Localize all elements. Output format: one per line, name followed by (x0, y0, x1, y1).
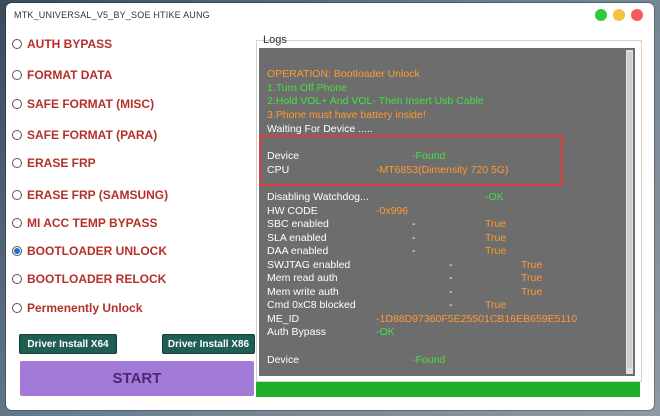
option-label: ERASE FRP (SAMSUNG) (27, 188, 169, 202)
log-sbc-val: True (485, 218, 507, 230)
option-label: BOOTLOADER RELOCK (27, 272, 167, 286)
log-cmd-dash: - (449, 299, 453, 311)
log-hwcode-key: HW CODE (267, 205, 318, 217)
log-device2-key: Device (267, 354, 300, 366)
log-waiting: Waiting For Device ..... (267, 123, 373, 135)
log-sla-val: True (485, 232, 507, 244)
option-label: AUTH BYPASS (27, 37, 113, 51)
log-memwrite-val: True (521, 286, 543, 298)
log-memwrite-key: Mem write auth (267, 286, 339, 298)
radio-icon[interactable] (12, 274, 22, 284)
radio-icon[interactable] (12, 218, 22, 228)
log-sla-key: SLA enabled (267, 232, 327, 244)
option-permenently-unlock[interactable]: Permenently Unlock (12, 299, 142, 317)
option-mi-acc-temp-bypass[interactable]: MI ACC TEMP BYPASS (12, 214, 157, 232)
window-title: MTK_UNIVERSAL_V5_BY_SOE HTIKE AUNG (14, 10, 210, 20)
radio-icon[interactable] (12, 70, 22, 80)
logs-label: Logs (263, 34, 287, 46)
radio-icon[interactable] (12, 99, 22, 109)
log-authbypass-val: -OK (376, 326, 395, 338)
log-step3: 3.Phone must have battery inside! (267, 109, 426, 121)
option-label: MI ACC TEMP BYPASS (27, 216, 158, 230)
close-button[interactable] (631, 9, 643, 21)
log-memwrite-dash: - (449, 286, 453, 298)
option-erase-frp[interactable]: ERASE FRP (12, 154, 96, 172)
option-bootloader-relock[interactable]: BOOTLOADER RELOCK (12, 270, 166, 288)
log-memread-key: Mem read auth (267, 272, 338, 284)
log-operation: OPERATION: Bootloader Unlock (267, 68, 420, 80)
log-meid-val: -1D88D97360F5E25501CB16EB659E5110 (376, 313, 578, 325)
log-watchdog-val: -OK (485, 191, 504, 203)
radio-icon[interactable] (12, 39, 22, 49)
radio-icon[interactable] (12, 158, 22, 168)
option-format-data[interactable]: FORMAT DATA (12, 66, 112, 84)
option-auth-bypass[interactable]: AUTH BYPASS (12, 35, 112, 53)
log-sbc-dash: - (412, 218, 416, 230)
log-meid-key: ME_ID (267, 313, 300, 325)
option-label: SAFE FORMAT (MISC) (27, 97, 155, 111)
log-swjtag-val: True (521, 259, 543, 271)
option-erase-frp-samsung[interactable]: ERASE FRP (SAMSUNG) (12, 186, 168, 204)
radio-icon[interactable] (12, 190, 22, 200)
progress-bar (256, 382, 640, 397)
option-label: SAFE FORMAT (PARA) (27, 128, 158, 142)
driver-install-x64-button[interactable]: Driver Install X64 (19, 334, 117, 354)
log-cmd-key: Cmd 0xC8 blocked (267, 299, 356, 311)
log-cmd-val: True (485, 299, 507, 311)
option-label: BOOTLOADER UNLOCK (27, 244, 167, 258)
title-bar[interactable]: MTK_UNIVERSAL_V5_BY_SOE HTIKE AUNG (6, 3, 654, 29)
log-daa-key: DAA enabled (267, 245, 329, 257)
log-swjtag-dash: - (449, 259, 453, 271)
logs-scrollbar[interactable] (626, 50, 633, 374)
maximize-button[interactable] (595, 9, 607, 21)
log-daa-val: True (485, 245, 507, 257)
option-safe-format-para[interactable]: SAFE FORMAT (PARA) (12, 126, 157, 144)
log-memread-dash: - (449, 272, 453, 284)
log-swjtag-key: SWJTAG enabled (267, 259, 351, 271)
log-step1: 1.Turn Off Phone (267, 82, 347, 94)
log-hwcode-val: -0x996 (376, 205, 409, 217)
log-memread-val: True (521, 272, 543, 284)
option-label: ERASE FRP (27, 156, 96, 170)
minimize-button[interactable] (613, 9, 625, 21)
log-sla-dash: - (412, 232, 416, 244)
log-authbypass-key: Auth Bypass (267, 326, 326, 338)
option-safe-format-misc[interactable]: SAFE FORMAT (MISC) (12, 95, 154, 113)
option-label: FORMAT DATA (27, 68, 113, 82)
option-label: Permenently Unlock (27, 301, 143, 315)
highlight-box (259, 135, 563, 186)
log-sbc-key: SBC enabled (267, 218, 329, 230)
driver-install-x86-button[interactable]: Driver Install X86 (162, 334, 255, 354)
radio-icon[interactable] (12, 303, 22, 313)
log-watchdog-key: Disabling Watchdog... (267, 191, 369, 203)
log-daa-dash: - (412, 245, 416, 257)
log-device2-val: -Found (412, 354, 446, 366)
radio-selected-icon[interactable] (12, 246, 22, 256)
radio-icon[interactable] (12, 130, 22, 140)
scrollbar-thumb[interactable] (627, 52, 632, 368)
option-bootloader-unlock[interactable]: BOOTLOADER UNLOCK (12, 242, 167, 260)
log-step2: 2.Hold VOL+ And VOL- Then Insert Usb Cab… (267, 95, 484, 107)
start-button[interactable]: START (20, 361, 254, 396)
